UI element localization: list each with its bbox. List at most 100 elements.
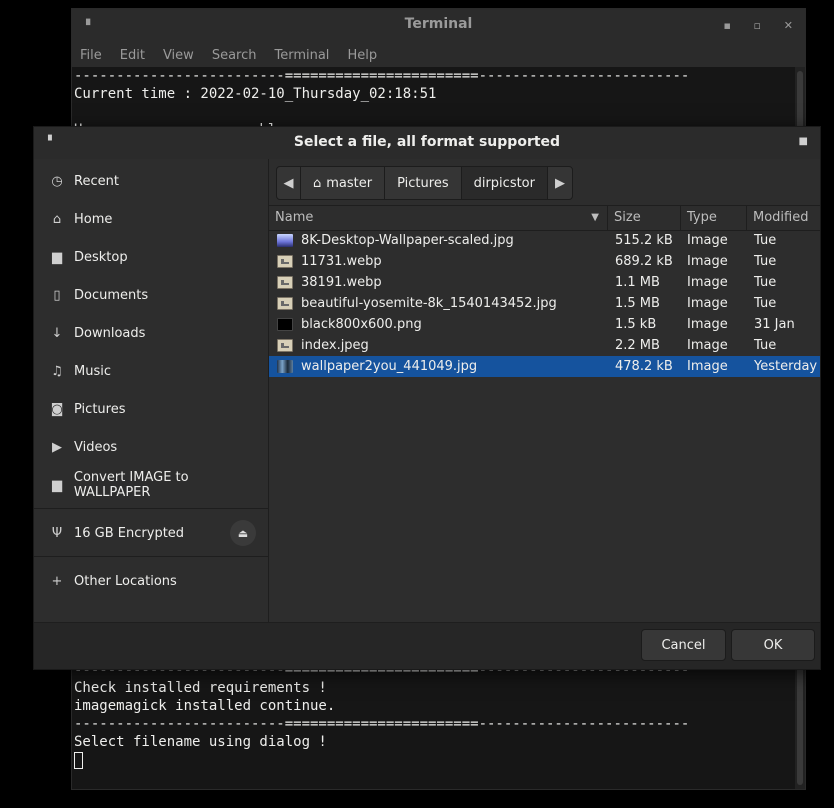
terminal-line: imagemagick installed continue. <box>74 698 336 714</box>
minimize-icon[interactable]: ▪ <box>724 19 731 32</box>
sidebar-item-label: Pictures <box>74 401 126 417</box>
path-forward-button[interactable]: ▶ <box>548 167 572 199</box>
sidebar-item-other-locations[interactable]: + Other Locations <box>34 562 268 600</box>
close-icon[interactable]: ✕ <box>784 19 793 32</box>
music-icon: ♫ <box>51 363 63 379</box>
file-type: Image <box>687 296 728 311</box>
file-modified: Tue <box>754 254 777 269</box>
file-type: Image <box>687 275 728 290</box>
file-type: Image <box>687 317 728 332</box>
button-label: OK <box>763 637 783 653</box>
file-size: 2.2 MB <box>615 338 660 353</box>
file-modified: Tue <box>754 233 777 248</box>
terminal-menubar: File Edit View Search Terminal Help <box>72 43 805 67</box>
file-browser: ◀ ⌂ master Pictures dirpicstor ▶ Name ▼ <box>269 159 820 623</box>
menu-search[interactable]: Search <box>212 48 257 63</box>
column-label: Modified <box>753 210 809 225</box>
camera-icon: ◙ <box>50 401 64 417</box>
column-header-type[interactable]: Type <box>680 206 746 230</box>
image-icon <box>277 297 293 310</box>
sidebar-item-downloads[interactable]: ↓ Downloads <box>34 314 268 352</box>
file-row[interactable]: beautiful-yosemite-8k_1540143452.jpg 1.5… <box>269 293 820 314</box>
download-icon: ↓ <box>51 325 63 341</box>
path-segment-label: dirpicstor <box>473 175 535 191</box>
file-name: index.jpeg <box>301 338 369 353</box>
file-row[interactable]: black800x600.png 1.5 kB Image 31 Jan <box>269 314 820 335</box>
file-name: 38191.webp <box>301 275 382 290</box>
terminal-titlebar: ▘ Terminal ▪ ▫ ✕ <box>72 9 805 43</box>
menu-help[interactable]: Help <box>347 48 377 63</box>
column-header-modified[interactable]: Modified <box>746 206 822 230</box>
dialog-title: Select a file, all format supported <box>293 134 561 150</box>
sidebar-item-label: Documents <box>74 287 149 303</box>
file-list-header: Name ▼ Size Type Modified <box>269 205 820 231</box>
home-icon: ⌂ <box>52 211 62 227</box>
column-label: Size <box>614 210 641 225</box>
sidebar-item-music[interactable]: ♫ Music <box>34 352 268 390</box>
sidebar-item-label: Music <box>74 363 111 379</box>
file-size: 478.2 kB <box>615 359 673 374</box>
path-segment-dirpicstor[interactable]: dirpicstor <box>461 167 548 199</box>
image-thumbnail-icon <box>277 318 293 331</box>
file-row[interactable]: 11731.webp 689.2 kB Image Tue <box>269 251 820 272</box>
menu-terminal[interactable]: Terminal <box>274 48 329 63</box>
sidebar-item-drive[interactable]: Ψ 16 GB Encrypted ⏏ <box>34 514 268 552</box>
sidebar-item-label: Videos <box>74 439 118 455</box>
cancel-button[interactable]: Cancel <box>641 629 726 661</box>
file-chooser-dialog: ▘ Select a file, all format supported ■ … <box>33 126 821 670</box>
sidebar-item-pictures[interactable]: ◙ Pictures <box>34 390 268 428</box>
file-row[interactable]: 8K-Desktop-Wallpaper-scaled.jpg 515.2 kB… <box>269 230 820 251</box>
file-name: 8K-Desktop-Wallpaper-scaled.jpg <box>301 233 514 248</box>
file-row[interactable]: index.jpeg 2.2 MB Image Tue <box>269 335 820 356</box>
column-header-size[interactable]: Size <box>607 206 680 230</box>
video-icon: ▶ <box>52 439 62 455</box>
file-name: black800x600.png <box>301 317 422 332</box>
home-icon: ⌂ <box>313 175 322 191</box>
file-size: 689.2 kB <box>615 254 673 269</box>
file-row-selected[interactable]: wallpaper2you_441049.jpg 478.2 kB Image … <box>269 356 820 377</box>
path-segment-label: Pictures <box>397 175 449 191</box>
file-type: Image <box>687 254 728 269</box>
path-segment-label: master <box>326 175 373 191</box>
file-row[interactable]: 38191.webp 1.1 MB Image Tue <box>269 272 820 293</box>
sidebar-divider <box>34 556 268 557</box>
file-size: 515.2 kB <box>615 233 673 248</box>
image-thumbnail-icon <box>277 360 293 373</box>
sidebar-item-convert-image-to-wallpaper[interactable]: ▆ Convert IMAGE to WALLPAPER <box>34 466 268 504</box>
file-modified: 31 Jan <box>754 317 795 332</box>
image-icon <box>277 255 293 268</box>
file-name: beautiful-yosemite-8k_1540143452.jpg <box>301 296 557 311</box>
path-bar: ◀ ⌂ master Pictures dirpicstor ▶ <box>276 166 573 200</box>
ok-button[interactable]: OK <box>731 629 815 661</box>
file-modified: Yesterday <box>754 359 818 374</box>
column-header-name[interactable]: Name ▼ <box>269 206 607 230</box>
menu-file[interactable]: File <box>80 48 102 63</box>
terminal-line: -------------------------===============… <box>74 68 690 84</box>
close-icon[interactable]: ■ <box>799 136 808 147</box>
button-label: Cancel <box>661 637 706 653</box>
sidebar-item-documents[interactable]: ▯ Documents <box>34 276 268 314</box>
sidebar-divider <box>34 508 268 509</box>
path-back-button[interactable]: ◀ <box>277 167 301 199</box>
file-type: Image <box>687 359 728 374</box>
file-modified: Tue <box>754 275 777 290</box>
sidebar-item-desktop[interactable]: ▆ Desktop <box>34 238 268 276</box>
column-label: Type <box>687 210 717 225</box>
usb-icon: Ψ <box>51 525 63 541</box>
path-segment-master[interactable]: ⌂ master <box>301 167 386 199</box>
file-size: 1.5 MB <box>615 296 660 311</box>
image-icon <box>277 339 293 352</box>
dialog-titlebar: ▘ Select a file, all format supported ■ <box>34 127 820 160</box>
menu-edit[interactable]: Edit <box>120 48 145 63</box>
path-segment-pictures[interactable]: Pictures <box>385 167 462 199</box>
eject-icon[interactable]: ⏏ <box>230 520 256 546</box>
file-size: 1.5 kB <box>615 317 657 332</box>
sidebar-item-videos[interactable]: ▶ Videos <box>34 428 268 466</box>
menu-view[interactable]: View <box>163 48 194 63</box>
sidebar-item-home[interactable]: ⌂ Home <box>34 200 268 238</box>
maximize-icon[interactable]: ▫ <box>754 19 761 32</box>
folder-icon: ▆ <box>52 249 62 265</box>
sidebar-item-recent[interactable]: ◷ Recent <box>34 162 268 200</box>
terminal-line: Select filename using dialog ! <box>74 734 327 750</box>
file-name: wallpaper2you_441049.jpg <box>301 359 478 374</box>
